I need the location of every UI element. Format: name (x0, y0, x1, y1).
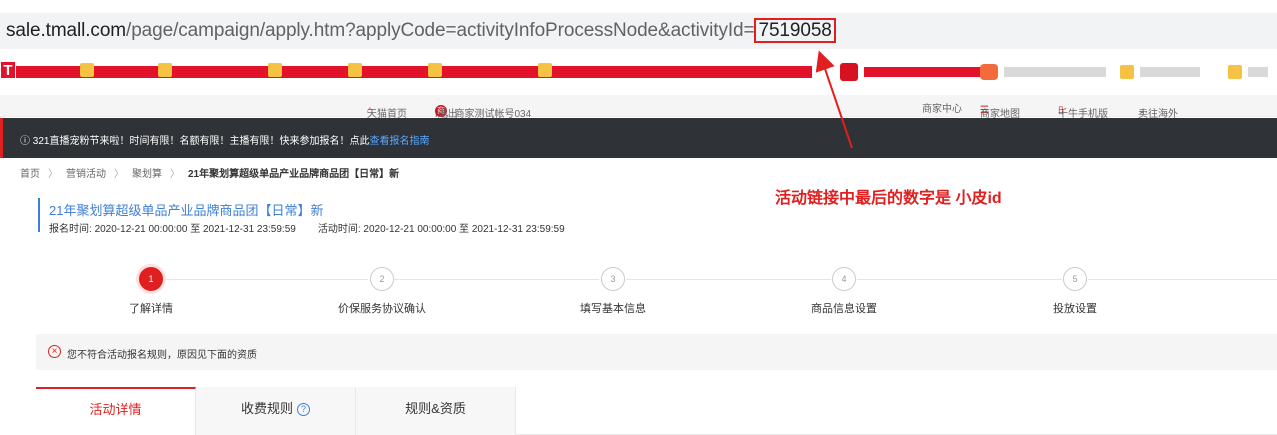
folder-icon (1120, 65, 1134, 79)
tab-fee-rules[interactable]: 收费规则? (196, 387, 356, 435)
step-label: 了解详情 (129, 303, 173, 315)
breadcrumb-current: 21年聚划算超级单品产业品牌商品团【日常】新 (188, 169, 400, 180)
bookmarks-bar: T (0, 58, 1277, 86)
announcement-bar: ⓘ 321直播宠粉节来啦！时间有限！名额有限！主播有限！快来参加报名！点此查看报… (0, 118, 1277, 158)
redacted-label (1248, 67, 1268, 77)
tab-activity-details[interactable]: 活动详情 (36, 387, 196, 435)
step-number: 2 (370, 267, 394, 291)
merchant-center-link[interactable]: 商家中心 (922, 100, 962, 115)
signup-time: 2020-12-21 00:00:00 至 2021-12-31 23:59:5… (94, 224, 296, 235)
help-icon[interactable]: ? (297, 403, 310, 416)
folder-icon[interactable] (428, 63, 442, 77)
accent-stripe (0, 118, 3, 158)
step-2[interactable]: 2 价保服务协议确认 (322, 267, 442, 316)
step-label: 投放设置 (1053, 303, 1097, 315)
greeting: Hi，商家测试帐号034 商 退出 (435, 105, 532, 120)
folder-icon[interactable] (80, 63, 94, 77)
step-3[interactable]: 3 填写基本信息 (553, 267, 673, 316)
folder-icon[interactable] (268, 63, 282, 77)
step-5[interactable]: 5 投放设置 (1015, 267, 1135, 316)
step-number: 5 (1063, 267, 1087, 291)
activity-title: 21年聚划算超级单品产业品牌商品团【日常】新 (49, 203, 324, 218)
chevron-down-icon: ⌄ (980, 105, 989, 116)
activity-times: 报名时间: 2020-12-21 00:00:00 至 2021-12-31 2… (49, 224, 565, 235)
step-label: 价保服务协议确认 (338, 303, 426, 315)
step-number: 1 (139, 267, 163, 291)
folder-icon (1228, 65, 1242, 79)
folder-icon[interactable] (348, 63, 362, 77)
step-label: 商品信息设置 (811, 303, 877, 315)
title-accent (38, 198, 40, 232)
redaction-bar (0, 66, 812, 78)
step-label: 填写基本信息 (580, 303, 646, 315)
breadcrumb: 首页 〉 营销活动 〉 聚划算 〉 21年聚划算超级单品产业品牌商品团【日常】新 (20, 165, 399, 180)
chevron-right-icon: 〉 (114, 169, 124, 180)
tab-rules-qualifications[interactable]: 规则&资质 (356, 387, 516, 435)
bookmark-item[interactable] (1228, 63, 1268, 81)
signup-guide-link[interactable]: 查看报名指南 (369, 136, 429, 147)
url-path: /page/campaign/apply.htm?applyCode=activ… (126, 20, 755, 41)
breadcrumb-marketing[interactable]: 营销活动 (66, 165, 106, 180)
step-number: 4 (832, 267, 856, 291)
activity-time: 2020-12-21 00:00:00 至 2021-12-31 23:59:5… (363, 224, 565, 235)
url-text[interactable]: sale.tmall.com/page/campaign/apply.htm?a… (6, 18, 836, 43)
info-icon: ⓘ (20, 136, 30, 147)
redacted-label (1004, 67, 1106, 77)
folder-icon[interactable] (538, 63, 552, 77)
eligibility-warning: × 您不符合活动报名规则，原因见下面的资质 (36, 334, 1277, 370)
annotation-text: 活动链接中最后的数字是 小皮id (775, 190, 1002, 207)
address-bar[interactable]: sale.tmall.com/page/campaign/apply.htm?a… (0, 13, 1277, 49)
breadcrumb-juhuasuan[interactable]: 聚划算 (132, 165, 162, 180)
url-host: sale.tmall.com (6, 20, 127, 41)
bookmark-item[interactable] (980, 63, 1106, 81)
step-1[interactable]: 1 了解详情 (91, 267, 211, 316)
chevron-right-icon: 〉 (170, 169, 180, 180)
url-activity-id-highlight: 7519058 (754, 18, 836, 43)
tmall-bookmark-icon[interactable]: T (0, 61, 16, 79)
redacted-label (864, 67, 989, 77)
chat-icon (980, 64, 998, 80)
announcement-text: ⓘ 321直播宠粉节来啦！时间有限！名额有限！主播有限！快来参加报名！点此查看报… (20, 136, 430, 147)
warning-text: 您不符合活动报名规则，原因见下面的资质 (67, 350, 257, 361)
redacted-label (1140, 67, 1200, 77)
breadcrumb-home[interactable]: 首页 (20, 165, 40, 180)
step-number: 3 (601, 267, 625, 291)
tmall-icon (840, 63, 858, 81)
detail-tabs: 活动详情 收费规则? 规则&资质 (36, 387, 1277, 435)
site-top-bar: ⌂ 天猫首页 Hi，商家测试帐号034 商 退出 商家中心 ☰ 商家地图 ⌄ ▯ … (0, 95, 1277, 120)
bookmark-item[interactable] (840, 63, 989, 81)
folder-icon[interactable] (158, 63, 172, 77)
step-4[interactable]: 4 商品信息设置 (784, 267, 904, 316)
bookmark-item[interactable] (1120, 63, 1200, 81)
page: sale.tmall.com/page/campaign/apply.htm?a… (0, 0, 1277, 435)
chevron-down-icon: ⌄ (1138, 105, 1147, 116)
chevron-right-icon: 〉 (48, 169, 58, 180)
close-circle-icon: × (48, 345, 61, 358)
